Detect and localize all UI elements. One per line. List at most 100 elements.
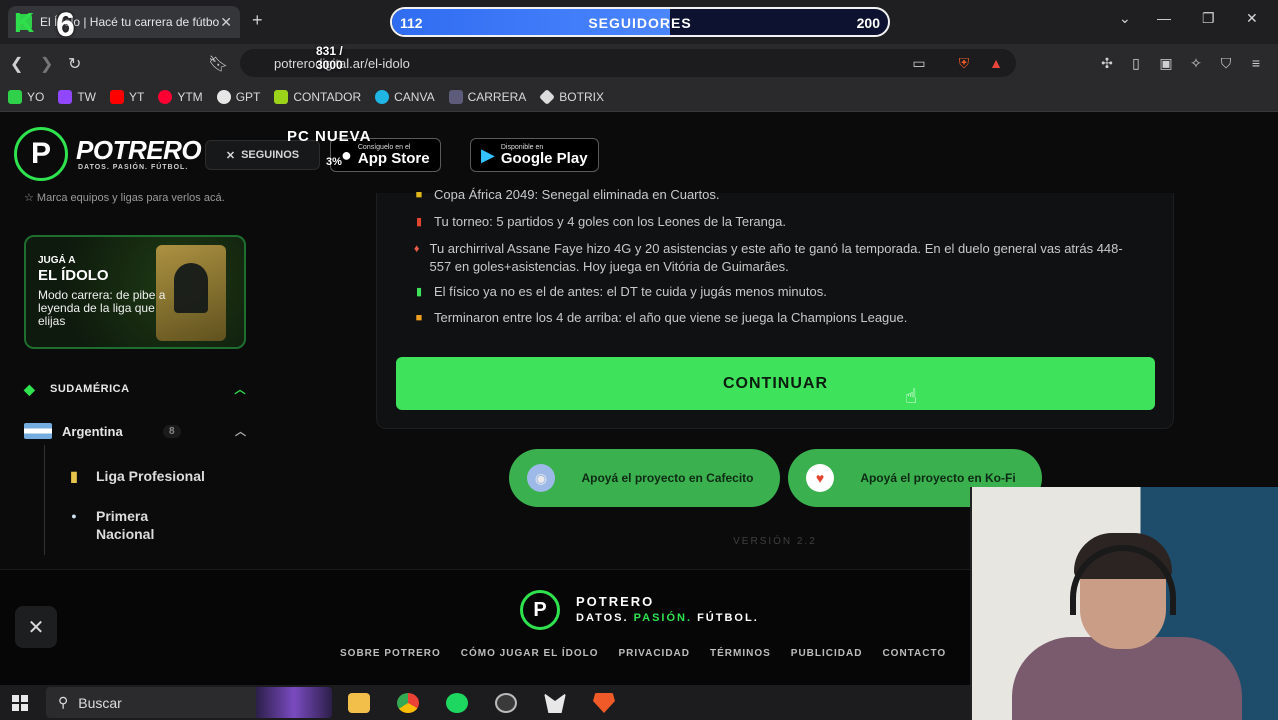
bookmark-yt[interactable]: YT [110, 89, 144, 104]
search-highlight-image [256, 687, 332, 718]
google-play-icon: ▶ [481, 144, 495, 165]
kofi-cup-icon: ♥ [806, 464, 834, 492]
windows-taskbar: ⚲ Buscar [0, 685, 970, 720]
footer-link-terminos[interactable]: TÉRMINOS [710, 648, 771, 659]
chevron-up-icon[interactable]: ︿ [235, 381, 247, 397]
support-cafecito-button[interactable]: ◉ Apoyá el proyecto en Cafecito [509, 449, 780, 507]
section-sudamerica[interactable]: ◆ SUDAMÉRICA ︿ [24, 381, 246, 397]
footer-logo-icon[interactable]: P [520, 590, 560, 630]
favorites-hint: ☆ Marca equipos y ligas para verlos acá. [24, 193, 225, 204]
mouse-pointer-icon: ☝︎ [905, 386, 918, 408]
apple-icon: ● [341, 144, 352, 165]
minimize-icon[interactable]: — [1157, 10, 1171, 26]
browser-toolbar: ❮ ❯ ↻ 🔖︎ potrerodigital.ar/el-idolo ▭ ⛨ … [0, 44, 1278, 82]
fox-app-icon[interactable] [544, 693, 566, 713]
google-play-button[interactable]: ▶ Disponible en Google Play [470, 138, 599, 172]
brave-icon[interactable] [593, 693, 615, 713]
league-primera-nacional[interactable]: ● Primera Nacional [64, 507, 166, 543]
footer-link-como-jugar[interactable]: CÓMO JUGAR EL ÍDOLO [461, 648, 599, 659]
reload-icon[interactable]: ↻ [68, 54, 81, 74]
footer-link-sobre[interactable]: SOBRE POTRERO [340, 648, 441, 659]
followers-goal: 200 [856, 15, 880, 31]
rival-icon: ♦ [413, 243, 420, 255]
wallet-icon[interactable]: ▣ [1158, 55, 1174, 71]
flag-icon: ■ [415, 189, 423, 201]
tab-search-icon[interactable]: ⌄ [1119, 10, 1131, 27]
menu-icon[interactable]: ≡ [1248, 55, 1264, 71]
chevron-up-icon[interactable]: ︿ [235, 423, 246, 439]
leo-ai-icon[interactable]: ✧ [1188, 55, 1204, 71]
liga-profesional-icon: ▮ [70, 468, 78, 484]
league-liga-profesional[interactable]: ▮ Liga Profesional [64, 467, 205, 485]
webcam-overlay [970, 487, 1278, 720]
event-item: ▮ Tu torneo: 5 partidos y 4 goles con lo… [412, 213, 1152, 231]
pc-goal-percent: 3% [326, 156, 342, 168]
bookmark-icon[interactable]: 🔖︎ [208, 54, 228, 74]
country-argentina[interactable]: Argentina 8 ︿ [24, 423, 246, 439]
bookmark-tw[interactable]: TW [58, 89, 96, 104]
close-window-icon[interactable]: ✕ [1246, 10, 1258, 27]
new-tab-icon[interactable]: + [252, 10, 263, 31]
kick-logo-icon: K [14, 7, 35, 38]
tree-connector [44, 445, 45, 555]
counter-icon [274, 89, 289, 104]
primera-nacional-icon: ● [71, 511, 77, 521]
bookmark-carrera[interactable]: CARRERA [448, 89, 526, 104]
south-america-icon: ◆ [24, 381, 36, 397]
continue-button[interactable]: CONTINUAR [396, 357, 1155, 410]
twitch-icon [58, 89, 73, 104]
close-icon[interactable]: ✕ [15, 606, 57, 648]
obs-icon[interactable] [495, 693, 517, 713]
windows-start-icon[interactable] [12, 695, 28, 711]
brand-name[interactable]: POTRERO [76, 135, 202, 166]
overlay-number-badge: 6 [56, 6, 75, 44]
version-label: VERSIÓN 2.2 [733, 536, 817, 547]
footer-link-contacto[interactable]: CONTACTO [882, 648, 946, 659]
footer-link-publicidad[interactable]: PUBLICIDAD [791, 648, 863, 659]
search-icon: ⚲ [58, 694, 69, 710]
chatgpt-icon [216, 89, 231, 104]
restore-icon[interactable]: ❐ [1202, 10, 1215, 27]
back-icon[interactable]: ❮ [10, 54, 23, 74]
spotify-icon[interactable] [446, 693, 468, 713]
followers-goal-bar: 112 SEGUIDORES 200 [390, 7, 890, 37]
bookmark-botrix[interactable]: BOTRIX [539, 88, 604, 105]
x-icon: ✕ [225, 149, 236, 162]
site-header: P POTRERO DATOS. PASIÓN. FÚTBOL. ✕ SEGUI… [0, 113, 1278, 193]
bookmark-ytm[interactable]: YTM [158, 89, 203, 104]
chrome-icon[interactable] [397, 693, 419, 713]
el-idolo-promo-card[interactable]: JUGÁ A EL ÍDOLO Modo carrera: de pibe a … [24, 235, 246, 349]
botrix-icon [539, 88, 556, 105]
pc-goal-label: PC NUEVA [287, 128, 372, 145]
brave-shield-icon[interactable]: ⛨ [956, 55, 972, 71]
champions-icon: ■ [415, 312, 423, 324]
vpn-icon[interactable]: ⛉ [1218, 55, 1234, 71]
kick-icon [8, 89, 22, 104]
potrero-logo-icon[interactable]: P [14, 127, 68, 181]
bookmark-yo[interactable]: YO [8, 89, 44, 104]
file-explorer-icon[interactable] [348, 693, 370, 713]
league-count-badge: 8 [163, 424, 181, 438]
sidebar-icon[interactable]: ▯ [1128, 55, 1144, 71]
battery-icon: ▮ [415, 286, 423, 298]
footer-slogan: DATOS. PASIÓN. FÚTBOL. [576, 612, 759, 624]
youtube-music-icon [158, 89, 173, 104]
extensions-icon[interactable]: ✣ [1099, 55, 1115, 71]
tab-close-icon[interactable]: ✕ [220, 14, 232, 31]
promo-title: EL ÍDOLO [38, 267, 109, 284]
address-bar[interactable]: potrerodigital.ar/el-idolo [240, 49, 1016, 77]
bookmarks-bar: YO TW YT YTM GPT CONTADOR CANVA CARRERA … [0, 82, 1278, 112]
bookmark-contador[interactable]: CONTADOR [274, 89, 361, 104]
cast-icon[interactable]: ▭ [911, 55, 927, 71]
canva-icon [375, 89, 390, 104]
bookmark-gpt[interactable]: GPT [216, 89, 260, 104]
brand-tagline: DATOS. PASIÓN. FÚTBOL. [78, 164, 189, 171]
taskbar-search[interactable]: ⚲ Buscar [46, 687, 332, 718]
footer-links: SOBRE POTRERO CÓMO JUGAR EL ÍDOLO PRIVAC… [340, 648, 946, 659]
forward-icon[interactable]: ❯ [40, 54, 53, 74]
event-item: ▮ El físico ya no es el de antes: el DT … [412, 283, 1152, 301]
footer-link-privacidad[interactable]: PRIVACIDAD [619, 648, 690, 659]
promo-description: Modo carrera: de pibe a leyenda de la li… [38, 288, 166, 328]
bookmark-canva[interactable]: CANVA [375, 89, 435, 104]
brave-rewards-icon[interactable]: ▲ [988, 55, 1004, 71]
